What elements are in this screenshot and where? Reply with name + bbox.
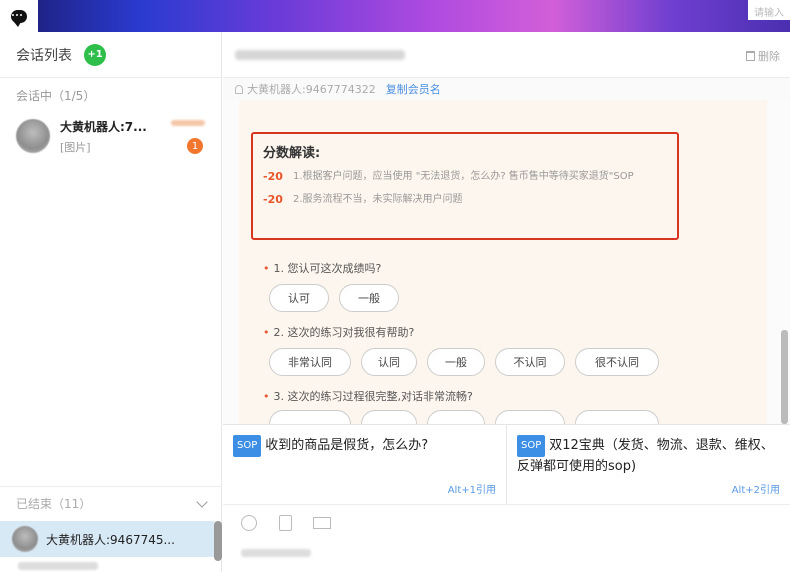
- conversation-name: 大黄机器人:7...: [60, 119, 147, 134]
- conversation-preview: [图片]: [60, 140, 91, 154]
- chat-header: 删除: [223, 32, 790, 78]
- ended-conversation-name: 大黄机器人:9467745...: [46, 532, 175, 547]
- file-icon[interactable]: [279, 515, 292, 531]
- add-conversation-button[interactable]: +1: [84, 43, 106, 66]
- sop-suggestion-card[interactable]: SOP 双12宝典（发货、物流、退款、维权、反弹都可使用的sop) Alt+2引用: [507, 424, 790, 504]
- score-title: 分数解读:: [263, 146, 321, 161]
- sop-title: 双12宝典（发货、物流、退款、维权、反弹都可使用的sop): [517, 438, 774, 474]
- survey-option-button[interactable]: [427, 410, 485, 424]
- survey-question: • 2. 这次的练习对我很有帮助?: [263, 326, 415, 339]
- conversation-list-panel: 会话列表 +1 会话中（1/5） 大黄机器人:7... [图片] 1 已结束（1…: [0, 32, 222, 572]
- message-input[interactable]: [241, 549, 311, 557]
- survey-option-button[interactable]: [269, 410, 351, 424]
- conversation-time: [171, 120, 205, 126]
- survey-options: [269, 410, 659, 424]
- sop-tag: SOP: [517, 435, 546, 457]
- chat-title-blurred: [235, 49, 405, 60]
- avatar: [16, 119, 50, 153]
- survey-option-button[interactable]: [361, 410, 417, 424]
- sop-quote-shortcut[interactable]: Alt+1引用: [448, 481, 496, 496]
- survey-options: 认可 一般: [269, 284, 399, 312]
- trash-icon: [746, 51, 755, 61]
- score-points: -20: [263, 193, 283, 206]
- delete-button[interactable]: 删除: [746, 48, 780, 64]
- avatar: [12, 526, 38, 552]
- survey-option-button[interactable]: 一般: [427, 348, 485, 376]
- survey-option-button[interactable]: 很不认同: [575, 348, 659, 376]
- score-item: -20 1.根据客户问题，应当使用 "无法退货，怎么办? 售币售中等待买家退货"…: [263, 169, 667, 184]
- score-item: -20 2.服务流程不当，未实际解决用户问题: [263, 192, 667, 207]
- chat-logo-icon[interactable]: [0, 0, 38, 32]
- search-input[interactable]: 请输入: [748, 0, 790, 20]
- survey-option-button[interactable]: [495, 410, 565, 424]
- sop-tag: SOP: [233, 435, 262, 457]
- score-interpretation-box: 分数解读: -20 1.根据客户问题，应当使用 "无法退货，怎么办? 售币售中等…: [251, 132, 679, 240]
- emoji-icon[interactable]: [241, 515, 257, 531]
- conversation-item[interactable]: 大黄机器人:7... [图片] 1: [0, 112, 221, 160]
- sop-suggestion-card[interactable]: SOP 收到的商品是假货，怎么办? Alt+1引用: [223, 424, 507, 504]
- score-reason: 1.根据客户问题，应当使用 "无法退货，怎么办? 售币售中等待买家退货"SOP: [293, 171, 634, 182]
- list-scrollbar[interactable]: [214, 521, 222, 561]
- survey-question: • 1. 您认可这次成绩吗?: [263, 262, 382, 275]
- sop-quote-shortcut[interactable]: Alt+2引用: [732, 481, 780, 496]
- chat-scrollbar[interactable]: [781, 330, 788, 424]
- score-reason: 2.服务流程不当，未实际解决用户问题: [293, 194, 463, 205]
- unread-badge: 1: [187, 138, 203, 154]
- chat-messages: 分数解读: -20 1.根据客户问题，应当使用 "无法退货，怎么办? 售币售中等…: [223, 100, 790, 424]
- survey-option-button[interactable]: 非常认同: [269, 348, 351, 376]
- input-toolbar: [223, 504, 790, 572]
- survey-option-button[interactable]: 一般: [339, 284, 399, 312]
- chat-panel: 删除 大黄机器人:9467774322 复制会员名 分数解读: -20 1.根据…: [223, 32, 790, 572]
- survey-option-button[interactable]: 认同: [361, 348, 417, 376]
- in-session-label: 会话中（1/5）: [16, 88, 96, 103]
- survey-option-button[interactable]: 不认同: [495, 348, 565, 376]
- mail-icon[interactable]: [313, 517, 331, 529]
- chat-subheader: 大黄机器人:9467774322 复制会员名: [223, 78, 790, 100]
- customer-label: 大黄机器人:9467774322: [247, 83, 376, 96]
- chevron-down-icon: [196, 495, 208, 508]
- score-points: -20: [263, 170, 283, 183]
- copy-name-link[interactable]: 复制会员名: [386, 81, 441, 97]
- survey-question: • 3. 这次的练习过程很完整,对话非常流畅?: [263, 390, 473, 403]
- person-icon: [235, 84, 243, 94]
- survey-options: 非常认同 认同 一般 不认同 很不认同: [269, 348, 659, 376]
- sop-title: 收到的商品是假货，怎么办?: [265, 438, 429, 453]
- delete-label: 删除: [758, 50, 780, 63]
- survey-option-button[interactable]: [575, 410, 659, 424]
- conversation-list-title: 会话列表: [16, 47, 72, 64]
- survey-option-button[interactable]: 认可: [269, 284, 329, 312]
- conversation-list-header: 会话列表 +1: [0, 32, 221, 78]
- top-banner: 请输入: [0, 0, 790, 32]
- ended-conversation-item-partial[interactable]: [18, 562, 98, 570]
- practice-result-card: 分数解读: -20 1.根据客户问题，应当使用 "无法退货，怎么办? 售币售中等…: [239, 100, 767, 424]
- ended-conversation-item[interactable]: 大黄机器人:9467745...: [0, 521, 214, 557]
- ended-label: 已结束（11）: [16, 497, 92, 511]
- ended-section-toggle[interactable]: 已结束（11）: [0, 486, 222, 520]
